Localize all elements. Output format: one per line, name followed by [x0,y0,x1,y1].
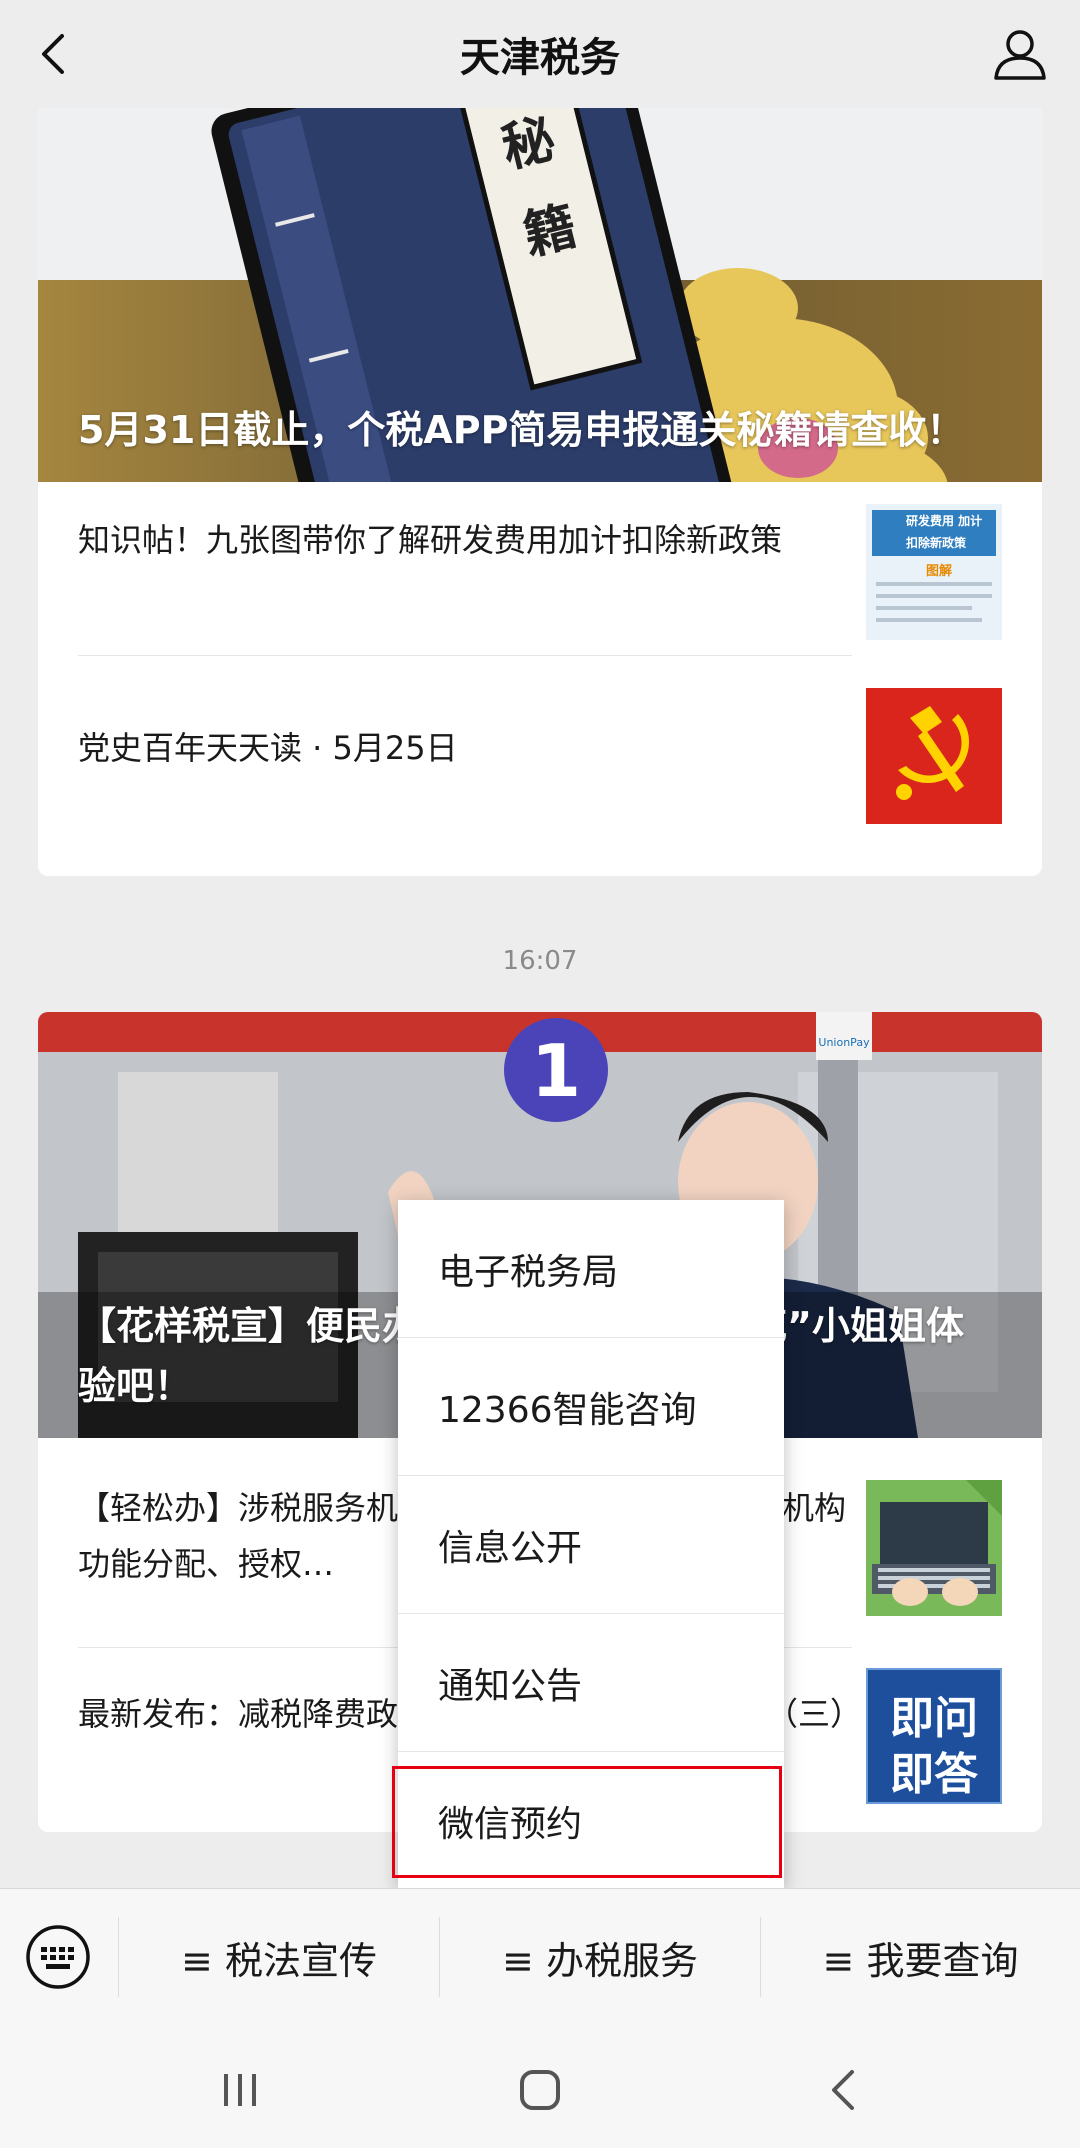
system-navigation-bar [0,2024,1080,2148]
qa-text-bottom: 即答 [890,1749,978,1800]
menu-tab-tax-services[interactable]: ≡ 办税服务 [440,1889,760,2025]
back-arrow-icon[interactable] [28,26,84,82]
hammer-sickle-icon [866,688,1002,824]
recent-apps-icon[interactable] [210,2060,270,2120]
menu-tab-tax-law-publicity[interactable]: ≡ 税法宣传 [119,1889,439,2025]
top-navigation-bar: 天津税务 [0,0,1080,108]
user-profile-icon[interactable] [990,24,1050,84]
laptop-typing-icon [866,1480,1002,1616]
article-banner-title: 5月31日截止，个税APP简易申报通关秘籍请查收！ [78,408,965,452]
thumbnail-caption: 研发费用 加计扣除新政策 [906,514,983,550]
article-card-1: 秘 籍 5月31日截止，个税APP简易申报通关秘籍请查收！ 知识帖！九张图带你了… [38,108,1042,876]
article-title: 党史百年天天读 · 5月25日 [78,729,458,767]
popup-submenu: 电子税务局 12366智能咨询 信息公开 通知公告 微信预约 [392,1200,784,1888]
article-title: 知识帖！九张图带你了解研发费用加计扣除新政策 [78,521,783,559]
page-title: 天津税务 [460,35,620,81]
menu-item-info-disclosure[interactable]: 信息公开 [398,1476,784,1613]
system-back-icon[interactable] [814,2060,874,2120]
thumbnail-tag: 图解 [926,564,953,579]
keyboard-toggle-icon[interactable] [24,1923,92,1991]
official-account-menu-bar: ≡ 税法宣传 ≡ 办税服务 ≡ 我要查询 [0,1888,1080,2025]
list-item[interactable]: 知识帖！九张图带你了解研发费用加计扣除新政策 研发费用 加计扣除新政策 图解 [38,482,1042,656]
home-icon[interactable] [510,2060,570,2120]
menu-item-notices[interactable]: 通知公告 [398,1614,784,1751]
qa-text-top: 即问 [890,1693,978,1744]
menu-tab-my-query[interactable]: ≡ 我要查询 [761,1889,1080,2025]
list-item[interactable]: 党史百年天天读 · 5月25日 [38,656,1042,856]
highlight-box [392,1766,782,1878]
menu-item-12366-consult[interactable]: 12366智能咨询 [398,1338,784,1475]
counter-number-badge: 1 [531,1029,581,1113]
message-timestamp: 16:07 [502,946,578,976]
menu-item-e-tax-bureau[interactable]: 电子税务局 [398,1200,784,1337]
unionpay-logo: UnionPay [818,1036,870,1049]
article-thumbnail: 研发费用 加计扣除新政策 图解 [866,504,1002,640]
article-banner-1[interactable]: 秘 籍 5月31日截止，个税APP简易申报通关秘籍请查收！ [38,108,1042,482]
qa-thumbnail: 即问 即答 [866,1668,1002,1804]
